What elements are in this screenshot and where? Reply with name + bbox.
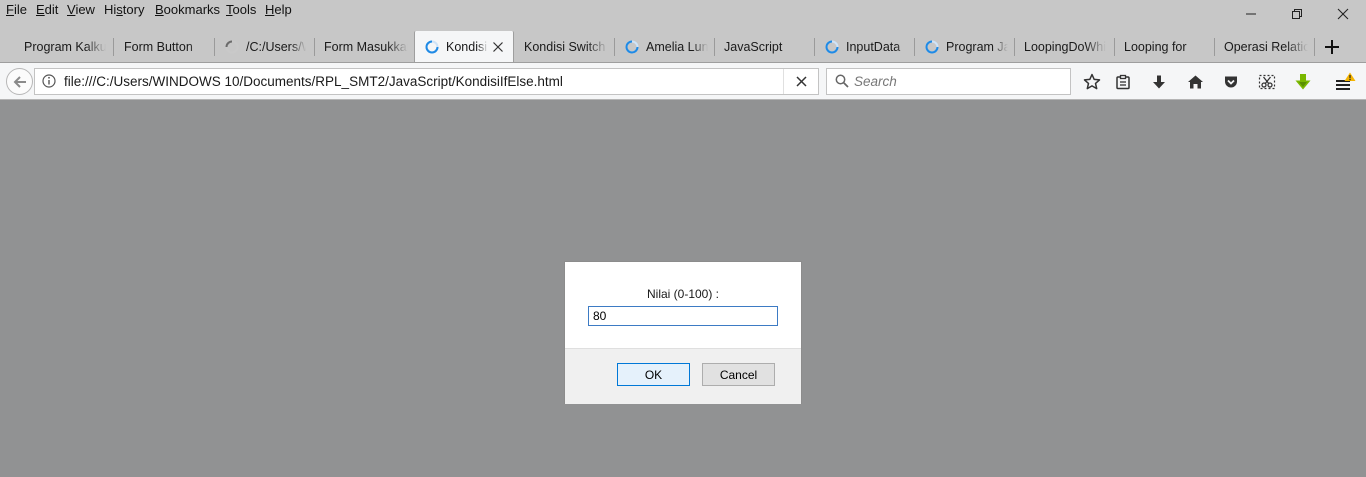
loading-blue-icon xyxy=(625,40,639,53)
close-window-button[interactable] xyxy=(1320,0,1366,28)
tab-label: Form Button xyxy=(124,39,193,54)
menu-help[interactable]: Help xyxy=(265,2,292,17)
download-helper-button[interactable] xyxy=(1288,68,1318,95)
restore-icon xyxy=(1292,9,1302,19)
scissors-icon xyxy=(1258,74,1276,89)
loading-blue-icon xyxy=(825,40,839,53)
back-button[interactable] xyxy=(6,68,33,95)
info-icon[interactable] xyxy=(42,74,56,88)
tab-label: Looping for xyxy=(1124,39,1187,54)
menu-bar: File Edit View History Bookmarks Tools H… xyxy=(0,0,1366,22)
tab-kondisi-if-else[interactable]: Kondisi If Else xyxy=(414,31,514,62)
menu-bookmarks[interactable]: Bookmarks xyxy=(155,2,220,17)
star-icon xyxy=(1083,73,1101,89)
clipboard-icon xyxy=(1116,74,1130,89)
search-input[interactable]: Search xyxy=(854,74,897,89)
dialog-footer: OK Cancel xyxy=(565,348,801,404)
restore-button[interactable] xyxy=(1274,0,1320,28)
ok-button[interactable]: OK xyxy=(617,363,690,386)
tab-form-masukkan[interactable]: Form Masukkan xyxy=(315,32,411,61)
navigation-toolbar: file:///C:/Users/WINDOWS 10/Documents/RP… xyxy=(0,62,1366,100)
plus-icon xyxy=(1325,40,1339,54)
tab-label: Form Masukkan xyxy=(324,39,408,54)
close-tab-icon[interactable] xyxy=(492,41,504,53)
prompt-input[interactable] xyxy=(588,306,778,326)
bookmark-star-button[interactable] xyxy=(1077,68,1107,95)
tab-amelia-lunar[interactable]: Amelia Lunar xyxy=(615,32,713,61)
loading-blue-icon xyxy=(925,40,939,53)
close-icon xyxy=(795,76,807,87)
menu-view[interactable]: View xyxy=(67,2,95,17)
arrow-left-icon xyxy=(13,75,26,88)
url-bar[interactable]: file:///C:/Users/WINDOWS 10/Documents/RP… xyxy=(34,68,819,95)
loading-gray-icon xyxy=(225,40,239,53)
loading-blue-icon xyxy=(425,40,439,53)
tab-label: Kondisi Switch xyxy=(524,39,606,54)
tab-javascript[interactable]: JavaScript xyxy=(715,32,811,61)
new-tab-button[interactable] xyxy=(1318,34,1346,60)
prompt-message: Nilai (0-100) : xyxy=(646,287,720,301)
menu-tools[interactable]: Tools xyxy=(226,2,256,17)
close-icon xyxy=(1337,8,1349,20)
screenshot-button[interactable] xyxy=(1252,68,1282,95)
tab-label: InputData xyxy=(846,39,901,54)
tab-loopingdowhile[interactable]: LoopingDoWhile xyxy=(1015,32,1111,61)
home-button[interactable] xyxy=(1180,68,1210,95)
menu-history[interactable]: History xyxy=(104,2,144,17)
tab-separator xyxy=(1314,38,1315,56)
tab-program-java[interactable]: Program Java xyxy=(915,32,1013,61)
download-arrow-icon xyxy=(1153,75,1165,88)
tab-label: Program Java xyxy=(946,39,1008,54)
hamburger-menu-icon xyxy=(1336,72,1356,90)
browser-chrome: File Edit View History Bookmarks Tools H… xyxy=(0,0,1366,100)
tab-operasi-relational[interactable]: Operasi Relational xyxy=(1215,32,1311,61)
search-icon xyxy=(835,74,849,88)
tab-label: Operasi Relational xyxy=(1224,39,1308,54)
tab-label: Amelia Lunar xyxy=(646,39,708,54)
prompt-dialog: Nilai (0-100) : OK Cancel xyxy=(564,261,802,404)
tab-kondisi-switch[interactable]: Kondisi Switch xyxy=(515,32,611,61)
tab-program-kalkulator[interactable]: Program Kalkulator xyxy=(14,32,107,61)
stop-button[interactable] xyxy=(783,69,818,94)
tab-form-button[interactable]: Form Button xyxy=(114,32,212,61)
tab-c-users[interactable]: /C:/Users/WINDOWS xyxy=(215,32,310,61)
tab-inputdata[interactable]: InputData xyxy=(815,32,913,61)
minimize-icon xyxy=(1246,13,1256,15)
tab-label: LoopingDoWhile xyxy=(1024,39,1106,54)
minimize-button[interactable] xyxy=(1228,0,1274,28)
pocket-button[interactable] xyxy=(1216,68,1246,95)
tab-strip: Program Kalkulator Form Button /C:/Users… xyxy=(0,31,1366,62)
menu-edit[interactable]: Edit xyxy=(36,2,58,17)
search-bar[interactable]: Search xyxy=(826,68,1071,95)
pocket-icon xyxy=(1225,76,1237,87)
cancel-button[interactable]: Cancel xyxy=(702,363,775,386)
url-text[interactable]: file:///C:/Users/WINDOWS 10/Documents/RP… xyxy=(64,74,563,89)
open-menu-button[interactable] xyxy=(1330,68,1360,95)
green-download-icon xyxy=(1295,73,1311,89)
tab-label: JavaScript xyxy=(724,39,783,54)
tab-label: Kondisi If Else xyxy=(446,39,488,54)
tab-label: Program Kalkulator xyxy=(24,39,106,54)
reader-view-button[interactable] xyxy=(1108,68,1138,95)
tab-label: /C:/Users/WINDOWS xyxy=(246,39,306,54)
downloads-button[interactable] xyxy=(1144,68,1174,95)
home-icon xyxy=(1187,75,1203,88)
menu-file[interactable]: File xyxy=(6,2,27,17)
tab-looping-for[interactable]: Looping for xyxy=(1115,32,1211,61)
